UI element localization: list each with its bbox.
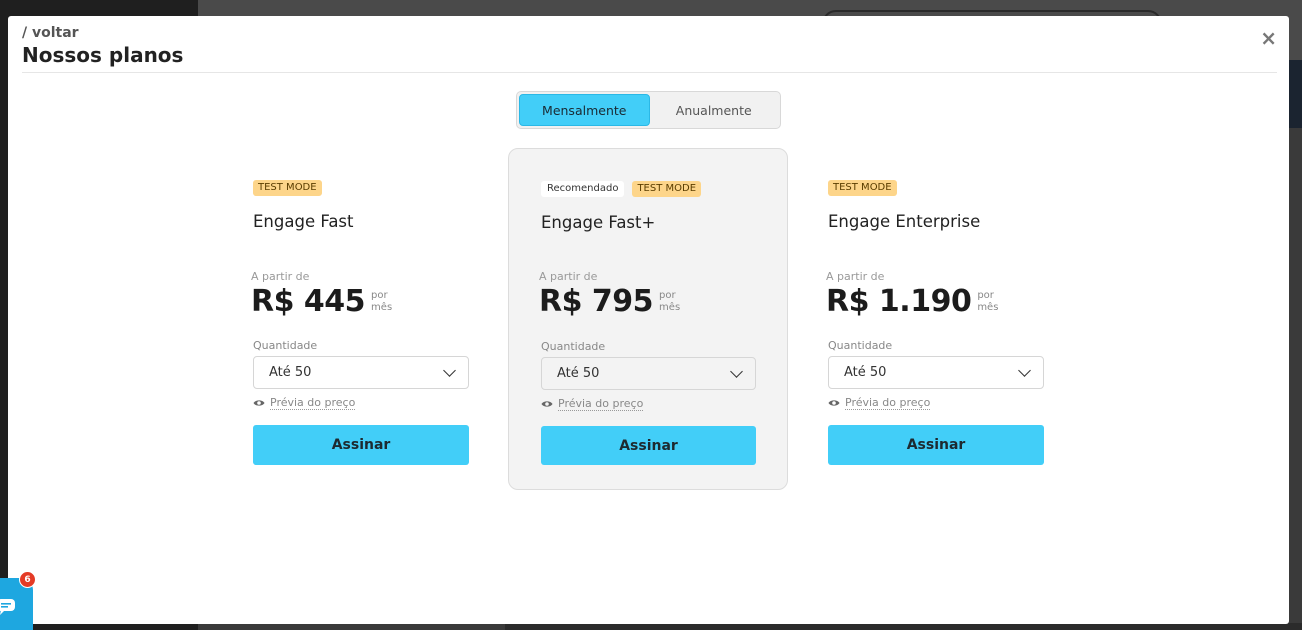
quantity-select[interactable]: Até 50 — [541, 357, 756, 390]
price-preview-label: Prévia do preço — [845, 396, 931, 410]
price-period: por mês — [371, 290, 392, 314]
plan-price: R$ 445 — [251, 284, 366, 319]
plan-name: Engage Fast+ — [541, 213, 656, 232]
price-row: R$ 795 por mês — [539, 284, 680, 320]
chat-unread-badge: 6 — [19, 571, 36, 588]
quantity-label: Quantidade — [828, 339, 893, 352]
from-label: A partir de — [251, 270, 310, 283]
toggle-monthly[interactable]: Mensalmente — [519, 94, 650, 126]
price-period-month: mês — [371, 302, 393, 313]
background-strip — [1288, 60, 1302, 128]
chevron-down-icon — [730, 365, 743, 378]
plan-card-engage-fast: TEST MODE Engage Fast A partir de R$ 445… — [251, 148, 533, 490]
plan-name: Engage Enterprise — [828, 212, 981, 231]
price-period: por mês — [659, 290, 680, 314]
from-label: A partir de — [539, 270, 598, 283]
modal-title: Nossos planos — [22, 43, 184, 67]
plan-price: R$ 795 — [539, 284, 654, 319]
quantity-select[interactable]: Até 50 — [828, 356, 1044, 389]
quantity-value: Até 50 — [269, 365, 312, 380]
plan-card-engage-fast-plus: Recomendado TEST MODE Engage Fast+ A par… — [508, 148, 788, 490]
quantity-value: Até 50 — [557, 366, 600, 381]
plans-modal: / voltar Nossos planos × Mensalmente Anu… — [8, 16, 1289, 624]
quantity-value: Até 50 — [844, 365, 887, 380]
price-row: R$ 445 por mês — [251, 284, 392, 320]
header-divider — [22, 72, 1277, 73]
recommended-badge: Recomendado — [541, 181, 625, 197]
back-link[interactable]: / voltar — [22, 24, 183, 42]
price-period-month: mês — [977, 302, 999, 313]
price-preview-label: Prévia do preço — [558, 397, 644, 411]
subscribe-button[interactable]: Assinar — [541, 426, 756, 465]
quantity-select[interactable]: Até 50 — [253, 356, 469, 389]
price-period-month: mês — [659, 302, 681, 313]
modal-header: / voltar Nossos planos — [22, 24, 183, 68]
plan-price: R$ 1.190 — [826, 284, 972, 319]
chevron-down-icon — [1018, 364, 1031, 377]
quantity-label: Quantidade — [541, 340, 606, 353]
test-mode-badge: TEST MODE — [632, 181, 702, 197]
test-mode-badge: TEST MODE — [828, 180, 897, 196]
toggle-yearly[interactable]: Anualmente — [650, 94, 779, 126]
billing-toggle: Mensalmente Anualmente — [516, 91, 781, 129]
price-preview-link[interactable]: Prévia do preço — [253, 396, 356, 410]
test-mode-badge: TEST MODE — [253, 180, 322, 196]
price-preview-label: Prévia do preço — [270, 396, 356, 410]
chevron-down-icon — [443, 364, 456, 377]
plan-badges: Recomendado TEST MODE — [541, 181, 702, 197]
price-preview-link[interactable]: Prévia do preço — [541, 397, 644, 411]
subscribe-button[interactable]: Assinar — [253, 425, 469, 465]
plan-card-engage-enterprise: TEST MODE Engage Enterprise A partir de … — [826, 148, 1108, 490]
from-label: A partir de — [826, 270, 885, 283]
price-period-per: por — [371, 290, 388, 301]
price-period-per: por — [977, 290, 994, 301]
eye-icon — [253, 400, 265, 406]
eye-icon — [828, 400, 840, 406]
subscribe-button[interactable]: Assinar — [828, 425, 1044, 465]
background-thumbnails — [505, 623, 1302, 630]
chat-bubble-icon — [0, 599, 15, 615]
plan-badges: TEST MODE — [828, 180, 897, 196]
eye-icon — [541, 401, 553, 407]
price-preview-link[interactable]: Prévia do preço — [828, 396, 931, 410]
plan-badges: TEST MODE — [253, 180, 322, 196]
close-button[interactable]: × — [1260, 28, 1277, 48]
quantity-label: Quantidade — [253, 339, 318, 352]
plan-name: Engage Fast — [253, 212, 354, 231]
price-period-per: por — [659, 290, 676, 301]
price-row: R$ 1.190 por mês — [826, 284, 998, 320]
price-period: por mês — [977, 290, 998, 314]
